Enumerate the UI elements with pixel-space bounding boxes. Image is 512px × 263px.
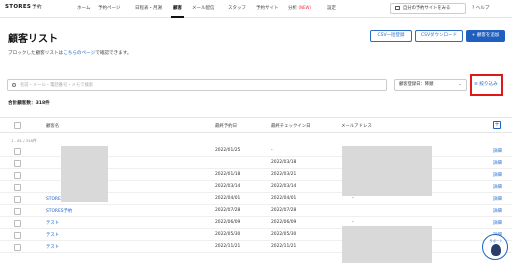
stores-logo[interactable]: STORES予約: [5, 4, 42, 10]
table-header: 顧客名 最終予約日 最終チェックイン日 メールアドレス +: [0, 117, 512, 133]
chevron-down-icon: ⌄: [458, 82, 462, 87]
detail-link[interactable]: 詳細: [493, 184, 502, 190]
add-customer-button[interactable]: + 顧客を追加: [466, 30, 505, 42]
filter-button[interactable]: ≡ 絞り込み: [474, 81, 498, 87]
row-checkbox[interactable]: [14, 232, 21, 239]
row-checkbox[interactable]: [14, 184, 21, 191]
help-label: ヘルプ: [475, 6, 490, 11]
top-navigation: STORES予約 ホーム 予約ページ 日程表・月謝 顧客 メール配信 スタッフ …: [0, 0, 512, 18]
last-reservation-date: 2022/01/18: [215, 172, 241, 177]
last-checkin-date: 2022/04/01: [271, 196, 297, 201]
nav-item-reservation-site[interactable]: 予約サイト: [256, 5, 279, 11]
last-reservation-date: 2022/01/25: [215, 148, 241, 153]
last-reservation-date: 2022/03/14: [215, 184, 241, 189]
new-badge: (NEW): [298, 5, 312, 10]
table-row[interactable]: テスト 2022/11/21 2022/11/21 詳細: [0, 242, 512, 253]
last-reservation-date: 2022/07/28: [215, 208, 241, 213]
detail-link[interactable]: 詳細: [493, 172, 502, 178]
last-checkin-date: 2022/05/30: [271, 232, 297, 237]
last-checkin-date: -: [271, 148, 273, 153]
page-title: 顧客リスト: [8, 34, 58, 45]
row-checkbox[interactable]: [14, 244, 21, 251]
row-checkbox[interactable]: [14, 160, 21, 167]
customer-name[interactable]: STORES予約: [46, 208, 72, 214]
row-checkbox[interactable]: [14, 148, 21, 155]
last-reservation-date: 2022/04/01: [215, 196, 241, 201]
add-column-icon[interactable]: +: [493, 121, 501, 129]
nav-item-analytics-label: 分析: [288, 6, 297, 11]
blocked-customers-link[interactable]: こちらのページ: [63, 51, 95, 56]
view-my-site-button[interactable]: 自分の予約サイトをみる: [390, 3, 466, 14]
nav-item-settings[interactable]: 設定: [327, 5, 336, 11]
search-icon: [12, 83, 16, 87]
blocked-customers-notice: ブロックした顧客リストはこちらのページで確認できます。: [8, 50, 132, 56]
column-header-name[interactable]: 顧客名: [46, 123, 59, 129]
redacted-emails: [342, 226, 432, 263]
csv-download-button[interactable]: CSVダウンロード: [415, 30, 463, 42]
help-link[interactable]: ? ヘルプ: [472, 5, 489, 11]
detail-link[interactable]: 詳細: [493, 196, 502, 202]
nav-item-mail[interactable]: メール配信: [192, 5, 215, 11]
detail-link[interactable]: 詳細: [493, 148, 502, 154]
row-checkbox[interactable]: [14, 172, 21, 179]
table-row[interactable]: STORES予約 2022/07/28 2022/07/28 詳細: [0, 206, 512, 217]
customer-name[interactable]: テスト: [46, 244, 59, 250]
last-checkin-date: 2022/11/21: [271, 244, 297, 249]
customer-email: -: [352, 196, 354, 201]
nav-item-analytics[interactable]: 分析 (NEW): [288, 5, 311, 11]
view-my-site-label: 自分の予約サイトをみる: [403, 6, 451, 11]
search-input[interactable]: [20, 81, 380, 89]
result-range: 1 - 61 / 318件: [11, 138, 37, 143]
nav-item-home[interactable]: ホーム: [77, 5, 90, 11]
row-checkbox[interactable]: [14, 220, 21, 227]
support-chat-label: サポート: [489, 239, 503, 243]
notice-suffix: で確認できます。: [95, 51, 132, 56]
last-checkin-date: 2022/03/21: [271, 172, 297, 177]
nav-item-customers[interactable]: 顧客: [173, 5, 182, 11]
filter-label: 絞り込み: [479, 82, 498, 87]
support-chat-button[interactable]: サポート: [482, 234, 508, 260]
csv-import-button[interactable]: CSV一括登録: [370, 30, 412, 42]
table-row[interactable]: テスト 2022/05/30 2022/05/30 詳細: [0, 230, 512, 241]
redacted-names: [61, 146, 108, 202]
row-checkbox[interactable]: [14, 208, 21, 215]
sort-select[interactable]: 顧客登録日：降順 ⌄: [394, 79, 467, 91]
monitor-icon: [395, 6, 400, 10]
column-header-email[interactable]: メールアドレス: [341, 123, 372, 129]
last-checkin-date: 2022/06/09: [271, 220, 297, 225]
redacted-emails: [342, 146, 432, 196]
select-all-checkbox[interactable]: [14, 122, 21, 129]
nav-item-reservation-page[interactable]: 予約ページ: [98, 5, 120, 11]
search-box: [7, 79, 387, 91]
active-tab-indicator: [171, 16, 184, 18]
last-reservation-date: 2022/06/09: [215, 220, 241, 225]
last-checkin-date: 2022/03/18: [271, 160, 297, 165]
notice-prefix: ブロックした顧客リストは: [8, 51, 64, 56]
last-checkin-date: 2022/07/28: [271, 208, 297, 213]
detail-link[interactable]: 詳細: [493, 160, 502, 166]
detail-link[interactable]: 詳細: [493, 220, 502, 226]
customer-name[interactable]: テスト: [46, 220, 59, 226]
nav-item-staff[interactable]: スタッフ: [228, 5, 246, 11]
row-checkbox[interactable]: [14, 196, 21, 203]
table-row[interactable]: テスト 2022/06/09 2022/06/09 - 詳細: [0, 218, 512, 229]
support-avatar-icon: [491, 244, 501, 256]
column-header-last-reservation[interactable]: 最終予約日: [215, 123, 237, 129]
customer-name[interactable]: テスト: [46, 232, 59, 238]
detail-link[interactable]: 詳細: [493, 208, 502, 214]
total-customer-count: 合計顧客数：318件: [8, 101, 50, 106]
last-reservation-date: 2022/05/30: [215, 232, 241, 237]
column-header-last-checkin[interactable]: 最終チェックイン日: [271, 123, 311, 129]
nav-item-schedule[interactable]: 日程表・月謝: [135, 5, 162, 11]
last-checkin-date: 2022/03/14: [271, 184, 297, 189]
customer-email: -: [352, 220, 354, 225]
last-reservation-date: 2022/11/21: [215, 244, 241, 249]
sort-select-value: 顧客登録日：降順: [399, 82, 434, 87]
